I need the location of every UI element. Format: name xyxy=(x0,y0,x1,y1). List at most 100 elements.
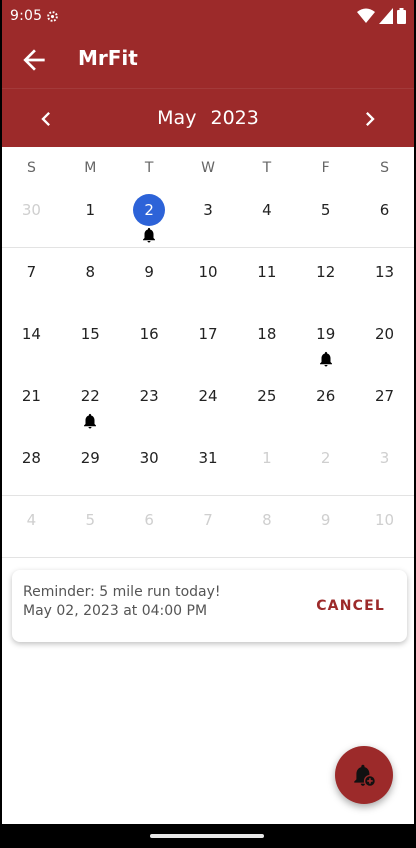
day-number: 4 xyxy=(262,201,272,219)
day-number: 22 xyxy=(80,387,100,405)
day-number: 8 xyxy=(85,263,96,281)
day-number: 25 xyxy=(257,387,277,405)
day-number: 4 xyxy=(26,511,37,529)
add-reminder-button[interactable] xyxy=(335,746,393,804)
day-number: 14 xyxy=(21,325,41,343)
calendar-day[interactable]: 2 xyxy=(296,434,355,496)
day-number: 17 xyxy=(198,325,218,343)
calendar-day[interactable]: 14 xyxy=(2,310,61,372)
day-number: 29 xyxy=(80,449,100,467)
calendar-day[interactable]: 30 xyxy=(2,186,61,248)
weekday-label: M xyxy=(84,160,97,176)
day-number: 26 xyxy=(316,387,336,405)
calendar-day[interactable]: 20 xyxy=(355,310,414,372)
chevron-right-icon[interactable] xyxy=(356,105,384,133)
day-number: 6 xyxy=(144,511,154,529)
signal-icon xyxy=(379,8,393,24)
calendar-week-row: 4 5 6 7 8 9 10 xyxy=(2,496,414,558)
calendar-day[interactable]: 22 xyxy=(61,372,120,434)
calendar-day[interactable]: 6 xyxy=(355,186,414,248)
calendar-day[interactable]: 15 xyxy=(61,310,120,372)
calendar-day[interactable]: 9 xyxy=(296,496,355,558)
arrow-back-icon[interactable] xyxy=(18,44,50,76)
add-alarm-bell-icon xyxy=(354,764,377,788)
calendar-day[interactable]: 27 xyxy=(355,372,414,434)
calendar-day[interactable]: 18 xyxy=(237,310,296,372)
day-number: 7 xyxy=(203,511,213,529)
day-number: 28 xyxy=(21,449,41,467)
home-indicator[interactable] xyxy=(150,834,264,838)
weekday-label: T xyxy=(144,160,154,176)
calendar-day[interactable]: 5 xyxy=(296,186,355,248)
app-screen: 9:05 MrFit May 2023 S M T W T F S 30 1 2… xyxy=(2,0,414,848)
weekday-label: W xyxy=(201,160,215,176)
calendar-day[interactable]: 29 xyxy=(61,434,120,496)
calendar-day[interactable]: 4 xyxy=(2,496,61,558)
wifi-icon xyxy=(357,8,375,23)
calendar-day[interactable]: 17 xyxy=(179,310,238,372)
day-number: 30 xyxy=(139,449,159,467)
day-number: 20 xyxy=(375,325,395,343)
day-number: 1 xyxy=(85,201,96,219)
calendar-day[interactable]: 12 xyxy=(296,248,355,310)
day-number: 5 xyxy=(320,201,331,219)
status-bar: 9:05 xyxy=(2,0,414,32)
calendar-day[interactable]: 16 xyxy=(120,310,179,372)
calendar-day[interactable]: 23 xyxy=(120,372,179,434)
calendar-day[interactable]: 1 xyxy=(237,434,296,496)
calendar-day-selected[interactable]: 2 xyxy=(120,186,179,248)
app-title: MrFit xyxy=(78,46,138,70)
weekday-label: S xyxy=(380,160,390,176)
cancel-reminder-button[interactable]: CANCEL xyxy=(316,598,385,614)
calendar-week-row: 7 8 9 10 11 12 13 xyxy=(2,248,414,310)
calendar-day[interactable]: 26 xyxy=(296,372,355,434)
calendar-day[interactable]: 9 xyxy=(120,248,179,310)
calendar-day[interactable]: 10 xyxy=(355,496,414,558)
calendar-day[interactable]: 7 xyxy=(179,496,238,558)
calendar-day[interactable]: 28 xyxy=(2,434,61,496)
day-number: 9 xyxy=(144,263,154,281)
day-number: 30 xyxy=(21,201,41,219)
weekday-label: T xyxy=(262,160,272,176)
day-number: 21 xyxy=(21,387,41,405)
battery-icon xyxy=(397,8,406,24)
reminder-title: Reminder: 5 mile run today! xyxy=(23,584,221,600)
calendar-day[interactable]: 30 xyxy=(120,434,179,496)
app-bar: MrFit xyxy=(2,32,414,88)
settings-gear-icon xyxy=(47,11,58,22)
weekday-label: F xyxy=(321,160,330,176)
calendar-day[interactable]: 7 xyxy=(2,248,61,310)
calendar-day[interactable]: 24 xyxy=(179,372,238,434)
calendar-day[interactable]: 1 xyxy=(61,186,120,248)
calendar-day[interactable]: 21 xyxy=(2,372,61,434)
calendar-day[interactable]: 10 xyxy=(179,248,238,310)
month-year-label: May 2023 xyxy=(2,107,414,129)
calendar-week-row: 28 29 30 31 1 2 3 xyxy=(2,434,414,496)
calendar-day[interactable]: 4 xyxy=(237,186,296,248)
calendar-day[interactable]: 19 xyxy=(296,310,355,372)
calendar-day[interactable]: 6 xyxy=(120,496,179,558)
day-number: 9 xyxy=(320,511,331,529)
calendar-grid: 30 1 2 3 4 5 6 7 8 9 10 11 12 13 14 15 16 17 18 19 20 21 22 23 2… xyxy=(2,186,414,558)
day-number: 24 xyxy=(198,387,218,405)
calendar-day[interactable]: 13 xyxy=(355,248,414,310)
weekday-label: S xyxy=(26,160,36,176)
day-number: 23 xyxy=(139,387,159,405)
calendar-day[interactable]: 8 xyxy=(237,496,296,558)
reminder-bell-icon xyxy=(319,351,332,367)
day-number: 7 xyxy=(26,263,37,281)
calendar-day[interactable]: 8 xyxy=(61,248,120,310)
day-number: 11 xyxy=(257,263,277,281)
calendar-day[interactable]: 25 xyxy=(237,372,296,434)
calendar-day[interactable]: 31 xyxy=(179,434,238,496)
calendar-week-row: 21 22 23 24 25 26 27 xyxy=(2,372,414,434)
calendar-week-row: 30 1 2 3 4 5 6 xyxy=(2,186,414,248)
calendar-day[interactable]: 5 xyxy=(61,496,120,558)
calendar-day[interactable]: 11 xyxy=(237,248,296,310)
calendar-day[interactable]: 3 xyxy=(355,434,414,496)
calendar-day[interactable]: 3 xyxy=(179,186,238,248)
day-number: 3 xyxy=(203,201,213,219)
day-number: 8 xyxy=(262,511,272,529)
day-number: 1 xyxy=(262,449,272,467)
day-number: 10 xyxy=(198,263,218,281)
